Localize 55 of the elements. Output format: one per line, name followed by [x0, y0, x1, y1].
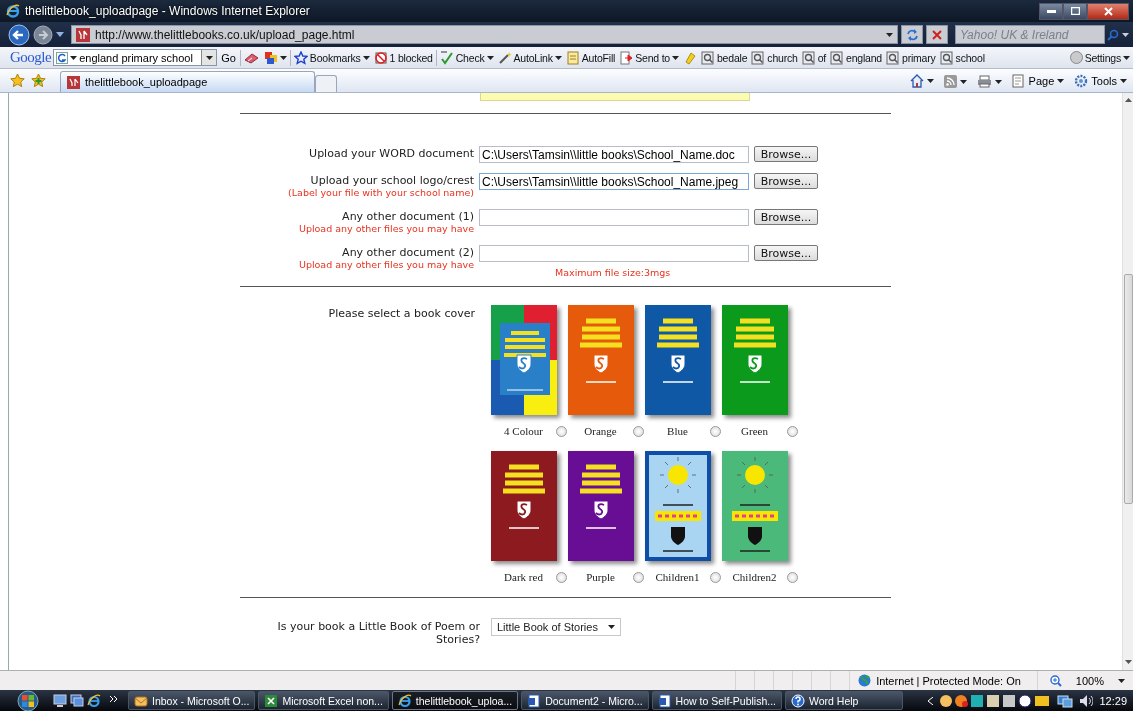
- search-term-button[interactable]: primary: [885, 50, 937, 65]
- toolbar-search-field[interactable]: england primary school: [53, 49, 218, 66]
- taskbar-button[interactable]: Microsoft Excel non...: [258, 691, 389, 710]
- taskbar-button[interactable]: thelittlebook_uploa...: [391, 691, 519, 710]
- field-hint: Upload any other files you may have: [298, 259, 474, 271]
- file-size-note: Maximum file size:3mgs: [555, 267, 671, 278]
- window-title: thelittlebook_uploadpage - Windows Internet Explorer: [25, 4, 311, 18]
- clock-text: 12:29: [1099, 694, 1127, 707]
- cover-name: Children2: [731, 571, 778, 583]
- cover-name: Children1: [654, 571, 701, 583]
- go-button[interactable]: Go: [219, 51, 238, 64]
- toolbar-button[interactable]: Send to: [618, 50, 680, 65]
- browse-button[interactable]: Browse...: [754, 245, 818, 261]
- command-menu-button[interactable]: Page: [1009, 74, 1067, 92]
- cover-prompt: Please select a book cover: [327, 307, 475, 322]
- browse-button[interactable]: Browse...: [754, 173, 818, 189]
- browse-button[interactable]: Browse...: [754, 146, 818, 162]
- browser-tab[interactable]: thelittlebook_uploadpage: [60, 71, 315, 92]
- cover-name: Orange: [583, 425, 618, 437]
- google-logo: Google: [10, 49, 52, 66]
- search-term-button[interactable]: bedale: [700, 50, 749, 65]
- book-type-select[interactable]: Little Book of Stories: [491, 618, 621, 636]
- search-field[interactable]: Yahoo! UK & Ireland: [955, 25, 1105, 44]
- toolbar-button[interactable]: Bookmarks: [292, 50, 371, 65]
- cover-name: Purple: [585, 571, 616, 583]
- toolbar-button[interactable]: Check: [438, 50, 495, 65]
- taskbar-button[interactable]: How to Self-Publish...: [651, 691, 782, 710]
- taskbar-button[interactable]: Document2 - Micro...: [521, 691, 649, 710]
- field-label: Upload your WORD document: [309, 147, 474, 160]
- file-path-field[interactable]: C:\Users\Tamsin\\little books\School_Name.jpeg: [479, 173, 749, 190]
- security-zone-text: Internet | Protected Mode: On: [876, 674, 1021, 687]
- field-label: Upload your school logo/crest: [310, 174, 474, 187]
- settings-button[interactable]: Settings: [1068, 51, 1131, 64]
- toolbar-button[interactable]: AutoLink: [496, 50, 563, 65]
- cover-name: Dark red: [503, 571, 544, 583]
- taskbar-button[interactable]: Word Help: [785, 691, 903, 710]
- address-field[interactable]: http://www.thelittlebooks.co.uk/upload_page.html: [71, 25, 898, 44]
- cover-name: Blue: [666, 425, 689, 437]
- browse-button[interactable]: Browse...: [754, 209, 818, 225]
- command-menu-button[interactable]: Tools: [1072, 74, 1129, 92]
- search-term-button[interactable]: of: [800, 50, 827, 65]
- taskbar-button[interactable]: Inbox - Microsoft O...: [128, 691, 256, 710]
- file-path-field[interactable]: C:\Users\Tamsin\\little books\School_Name.doc: [479, 146, 749, 163]
- cover-name: 4 Colour: [503, 425, 544, 437]
- field-hint: (Label your file with your school name): [288, 187, 474, 199]
- search-term-button[interactable]: church: [750, 50, 799, 65]
- toolbar-button[interactable]: AutoFill: [564, 50, 617, 65]
- field-hint: Upload any other files you may have: [298, 223, 474, 235]
- toolbar-button[interactable]: 1 blocked: [372, 50, 434, 65]
- cover-name: Green: [740, 425, 769, 437]
- field-label: Any other document (1): [342, 210, 474, 223]
- question-label: Is your book a Little Book of Poem or Stories?: [276, 620, 480, 646]
- search-term-button[interactable]: england: [829, 50, 883, 65]
- search-term-button[interactable]: school: [938, 50, 986, 65]
- field-label: Any other document (2): [342, 246, 474, 259]
